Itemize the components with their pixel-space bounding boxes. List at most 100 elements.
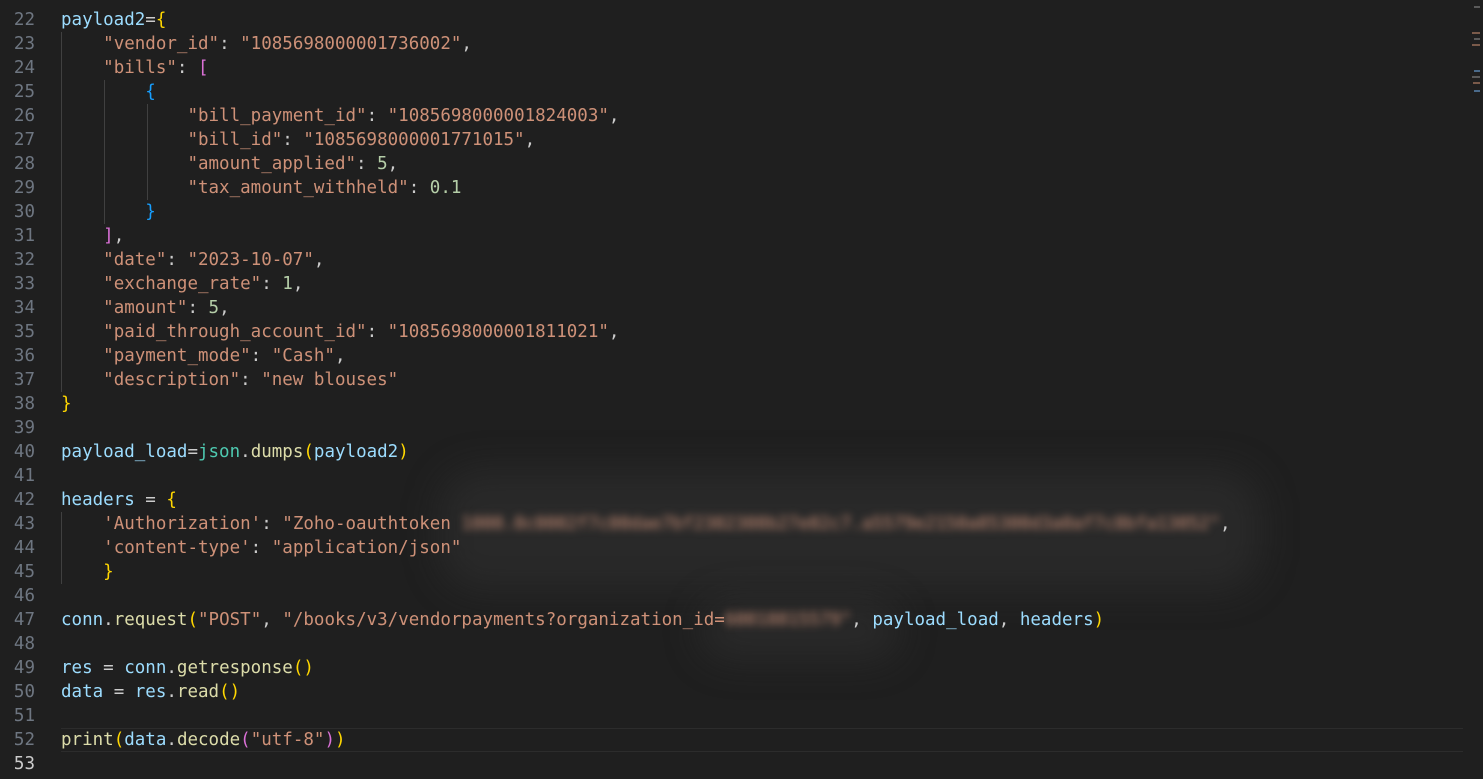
code-line: 51 data = res.read(): [0, 680, 1483, 726]
code-line: 30 "tax_amount_withheld": 0.1: [0, 176, 1483, 222]
line-content[interactable]: data = res.read(): [61, 680, 1483, 704]
minimap-line: [1473, 82, 1480, 84]
bracket-token: (: [240, 730, 251, 750]
indent-guide: [61, 152, 62, 176]
key-token: 'content-type': [103, 538, 251, 558]
bracket-token: {: [145, 82, 156, 102]
indent-guide: [61, 368, 62, 392]
operator-token: =: [145, 10, 156, 30]
operator-token: =: [103, 682, 135, 702]
line-content[interactable]: "vendor_id": "1085698000001736002",: [61, 32, 1483, 56]
indent-guide: [104, 152, 105, 176]
code-line: 44 'Authorization': "Zoho-oauthtoken 100…: [0, 512, 1483, 558]
line-content[interactable]: [61, 464, 1483, 488]
code-line: 50 res = conn.getresponse(): [0, 656, 1483, 702]
key-token: "amount_applied": [187, 154, 357, 174]
bracket-token: (: [113, 730, 125, 750]
bracket-token: ): [1093, 610, 1105, 630]
line-content[interactable]: print(data.decode("utf-8")): [61, 728, 1463, 752]
key-token: "bill_id": [187, 130, 283, 150]
indent-guide: [104, 80, 105, 104]
indent-guide: [61, 248, 62, 272]
line-content[interactable]: conn.request("POST", "/books/v3/vendorpa…: [61, 608, 1483, 632]
line-content[interactable]: "bills": [: [61, 56, 1483, 80]
code-line: 41 payload_load=json.dumps(payload2): [0, 440, 1483, 486]
code-line: 36 "paid_through_account_id": "108569800…: [0, 320, 1483, 366]
bracket-token: ): [324, 730, 336, 750]
code-line: 40: [0, 416, 1483, 462]
code-line: 45 'content-type': "application/json": [0, 536, 1483, 582]
indent-guide: [147, 152, 148, 176]
indent-guide: [61, 200, 62, 224]
line-content[interactable]: payload_load=json.dumps(payload2): [61, 440, 1483, 464]
line-content[interactable]: }: [61, 200, 1483, 224]
line-content[interactable]: res = conn.getresponse(): [61, 656, 1483, 680]
key-token: "bill_payment_id": [187, 106, 367, 126]
line-content[interactable]: [61, 416, 1483, 440]
bracket-token: {: [166, 490, 177, 510]
bracket-token: }: [145, 202, 156, 222]
line-content[interactable]: "date": "2023-10-07",: [61, 248, 1483, 272]
bracket-token: (): [219, 682, 241, 702]
line-content[interactable]: "paid_through_account_id": "108569800000…: [61, 320, 1483, 344]
minimap[interactable]: [1469, 0, 1483, 779]
code-line: 33 "date": "2023-10-07",: [0, 248, 1483, 294]
minimap-line: [1472, 44, 1480, 46]
line-content[interactable]: 'Authorization': "Zoho-oauthtoken 1000.0…: [61, 512, 1483, 536]
key-token: "bills": [103, 58, 177, 78]
code-line: 31 }: [0, 200, 1483, 246]
line-content[interactable]: "amount": 5,: [61, 296, 1483, 320]
indent-guide: [104, 200, 105, 224]
line-content[interactable]: "payment_mode": "Cash",: [61, 344, 1483, 368]
line-content[interactable]: "description": "new blouses": [61, 368, 1483, 392]
indent-guide: [147, 104, 148, 128]
variable-token: payload2: [61, 10, 146, 30]
indent-guide: [61, 80, 62, 104]
variable-token: res: [134, 682, 167, 702]
line-content[interactable]: payload2={: [61, 8, 1483, 32]
line-content[interactable]: }: [61, 560, 1483, 584]
variable-token: payload_load: [872, 610, 999, 630]
indent-guide: [61, 512, 62, 536]
line-content[interactable]: 'content-type': "application/json": [61, 536, 1483, 560]
string-token: "application/json": [271, 538, 462, 558]
line-content[interactable]: [61, 0, 1483, 8]
line-content[interactable]: "bill_payment_id": "1085698000001824003"…: [61, 104, 1483, 128]
string-token: "1085698000001824003": [387, 106, 609, 126]
indent-guide: [104, 176, 105, 200]
line-content[interactable]: }: [61, 392, 1483, 416]
code-line: 35 "amount": 5,: [0, 296, 1483, 342]
line-content[interactable]: "amount_applied": 5,: [61, 152, 1483, 176]
line-number: 53: [13, 754, 35, 774]
code-line: 22: [0, 0, 1483, 30]
operator-token: =: [92, 658, 125, 678]
line-content[interactable]: [61, 704, 1483, 728]
function-token: read: [176, 682, 220, 702]
line-content[interactable]: headers = {: [61, 488, 1483, 512]
line-content[interactable]: "exchange_rate": 1,: [61, 272, 1483, 296]
variable-token: payload2: [313, 442, 399, 462]
function-token: request: [113, 610, 188, 630]
variable-token: headers: [1019, 610, 1094, 630]
code-line: 23 payload2={: [0, 8, 1483, 54]
number-token: 5: [377, 154, 388, 174]
indent-guide: [61, 128, 62, 152]
line-content[interactable]: [61, 632, 1483, 656]
line-content[interactable]: {: [61, 80, 1483, 104]
indent-guide: [61, 176, 62, 200]
line-content[interactable]: "tax_amount_withheld": 0.1: [61, 176, 1483, 200]
indent-guide: [61, 104, 62, 128]
minimap-line: [1474, 38, 1480, 40]
key-token: "exchange_rate": [103, 274, 262, 294]
indent-guide: [104, 128, 105, 152]
line-content[interactable]: [61, 584, 1483, 608]
indent-guide: [61, 56, 62, 80]
line-content[interactable]: ],: [61, 224, 1483, 248]
bracket-token: ]: [103, 226, 114, 246]
line-content[interactable]: "bill_id": "1085698000001771015",: [61, 128, 1483, 152]
indent-guide: [147, 176, 148, 200]
function-token: decode: [176, 730, 241, 750]
code-editor[interactable]: 22 23 payload2={ 24 "vendor_id": "108569…: [0, 0, 1483, 779]
variable-token: conn: [124, 658, 167, 678]
minimap-line: [1474, 70, 1480, 72]
